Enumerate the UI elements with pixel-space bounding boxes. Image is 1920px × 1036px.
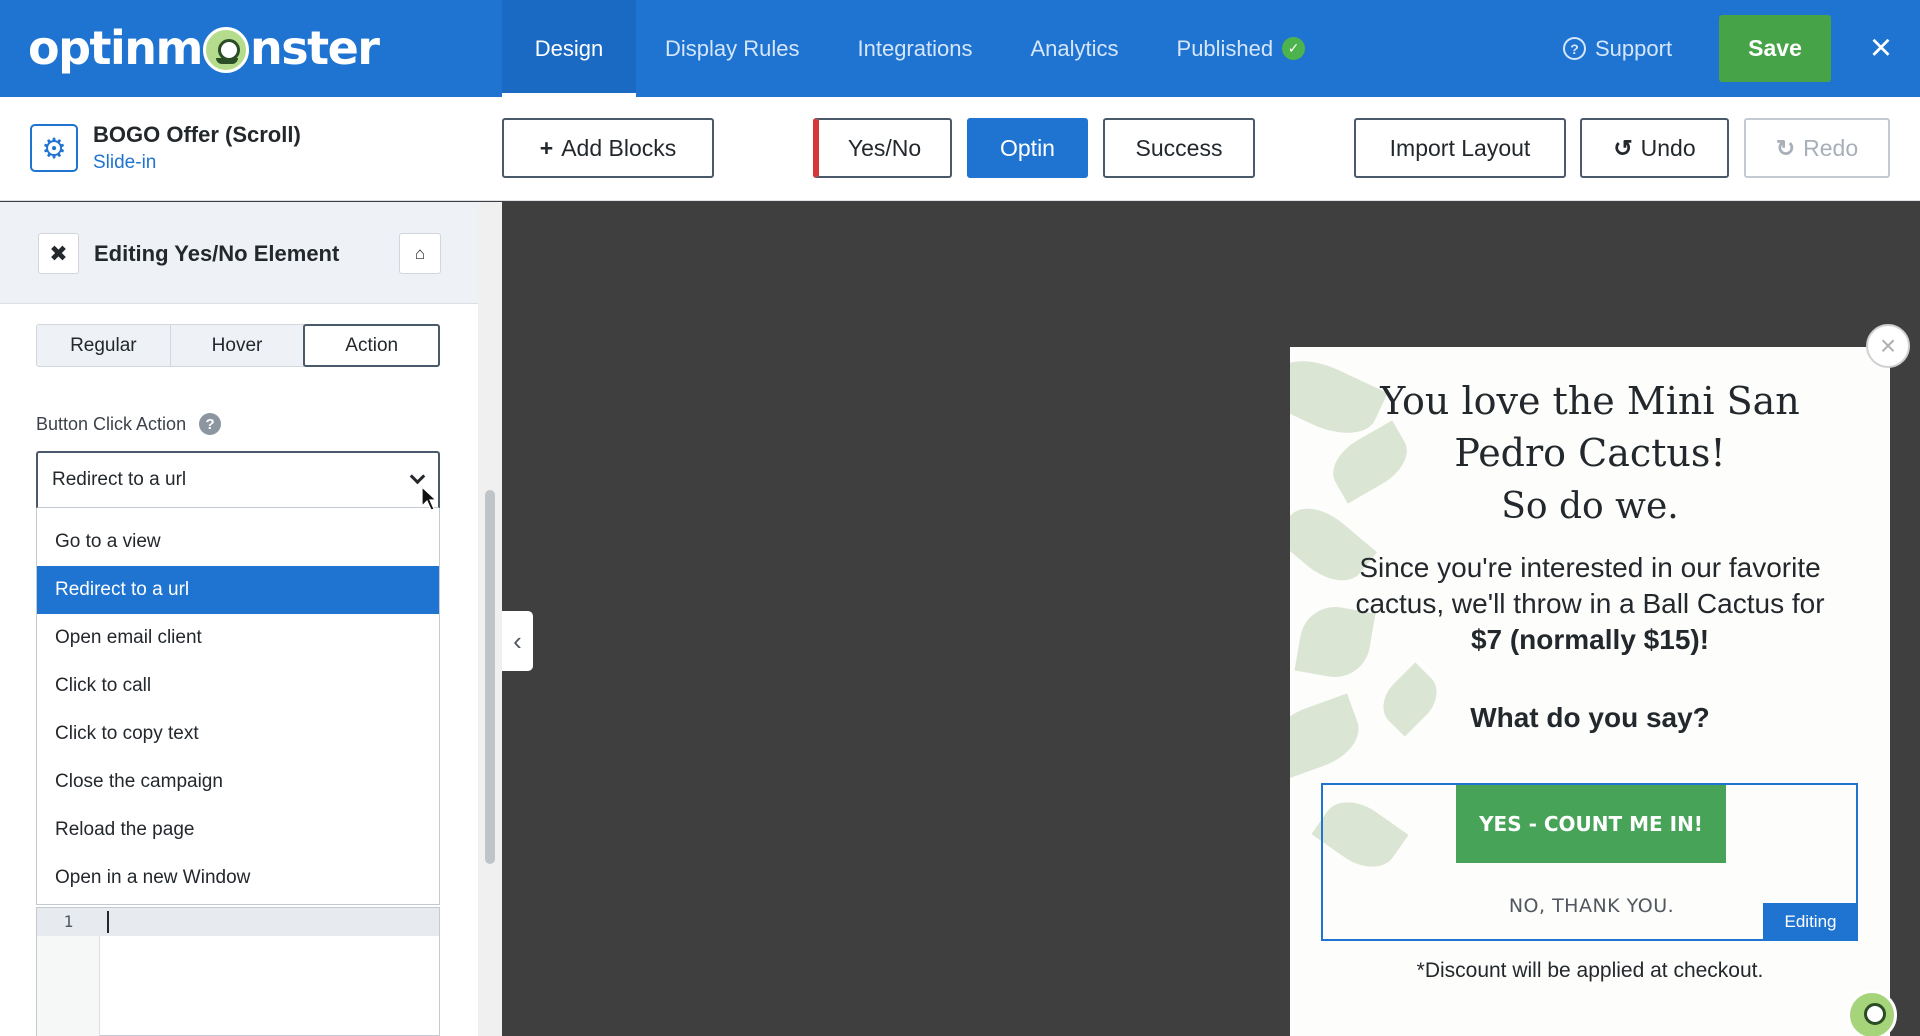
popup-question: What do you say?: [1470, 702, 1710, 733]
close-panel-icon[interactable]: ✖: [38, 233, 79, 274]
yes-no-element-selected[interactable]: YES - COUNT ME IN! NO, THANK YOU. Editin…: [1321, 783, 1858, 941]
redo-icon: ↻: [1775, 134, 1796, 161]
url-code-editor[interactable]: 1: [36, 907, 440, 1036]
home-icon[interactable]: ⌂: [399, 233, 441, 274]
button-click-action-label: Button Click Action ?: [36, 413, 222, 435]
optinmonster-logo[interactable]: optinm nster: [28, 20, 380, 76]
undo-button[interactable]: ↺ Undo: [1580, 118, 1729, 178]
popup-body-text: Since you're interested in our favorite …: [1320, 550, 1860, 658]
yes-count-me-in-button[interactable]: YES - COUNT ME IN!: [1456, 785, 1726, 863]
save-button[interactable]: Save: [1719, 15, 1831, 82]
popup-price-text: $7 (normally $15)!: [1470, 624, 1710, 655]
nav-published[interactable]: Published ✓: [1148, 0, 1335, 97]
editing-badge: Editing: [1763, 903, 1858, 941]
check-circle-icon: ✓: [1282, 37, 1306, 60]
undo-label: Undo: [1640, 134, 1696, 161]
add-blocks-button[interactable]: + Add Blocks: [502, 118, 714, 178]
campaign-type: Slide-in: [93, 152, 157, 173]
import-layout-button[interactable]: Import Layout: [1354, 118, 1566, 178]
logo-text-end: nster: [249, 21, 380, 75]
panel-header: ✖ Editing Yes/No Element ⌂: [0, 202, 478, 304]
view-success-button[interactable]: Success: [1103, 118, 1255, 178]
text-caret: [107, 911, 109, 933]
add-blocks-label: Add Blocks: [561, 134, 677, 161]
monster-mascot-icon: [202, 27, 249, 73]
popup-headline: You love the Mini San Pedro Cactus!: [1380, 379, 1800, 475]
support-label: Support: [1595, 35, 1673, 61]
option-open-new-window[interactable]: Open in a new Window: [37, 854, 439, 902]
campaign-settings-gear-icon[interactable]: ⚙: [30, 124, 78, 172]
redo-label: Redo: [1803, 134, 1859, 161]
option-click-to-copy-text[interactable]: Click to copy text: [37, 710, 439, 758]
tab-regular[interactable]: Regular: [37, 325, 171, 366]
panel-title: Editing Yes/No Element: [94, 241, 340, 266]
state-tabs: Regular Hover Action: [36, 324, 441, 367]
popup-subheadline: So do we.: [1501, 486, 1679, 527]
help-icon[interactable]: ?: [199, 413, 222, 435]
tab-action[interactable]: Action: [303, 324, 441, 367]
monster-mascot-icon: [1847, 990, 1897, 1036]
campaign-name: BOGO Offer (Scroll): [93, 122, 301, 147]
close-icon[interactable]: ×: [1861, 26, 1901, 70]
select-value: Redirect to a url: [52, 469, 187, 490]
view-yes-no-button[interactable]: Yes/No: [813, 118, 952, 178]
tab-hover[interactable]: Hover: [171, 325, 305, 366]
option-open-email-client[interactable]: Open email client: [37, 614, 439, 662]
slide-in-popup-preview: You love the Mini San Pedro Cactus! So d…: [1290, 347, 1890, 1036]
redo-button[interactable]: ↻ Redo: [1744, 118, 1890, 178]
popup-footnote: *Discount will be applied at checkout.: [1416, 959, 1764, 982]
option-reload-page[interactable]: Reload the page: [37, 806, 439, 854]
popup-body-main: Since you're interested in our favorite …: [1355, 552, 1825, 619]
plus-icon: +: [539, 134, 554, 161]
option-click-to-call[interactable]: Click to call: [37, 662, 439, 710]
nav-published-label: Published: [1176, 35, 1274, 61]
builder-toolbar: ⚙ BOGO Offer (Scroll) Slide-in + Add Bloc…: [0, 97, 1920, 201]
nav-design-label: Design: [534, 35, 604, 61]
support-link[interactable]: ? Support: [1563, 0, 1672, 97]
element-settings-panel: ✖ Editing Yes/No Element ⌂ Regular Hover…: [0, 202, 478, 1036]
view-optin-button[interactable]: Optin: [967, 118, 1088, 178]
help-circle-icon: ?: [1563, 37, 1586, 60]
collapse-panel-chevron-left-icon[interactable]: ‹: [502, 611, 533, 671]
main-nav: Design Display Rules Integrations Analyt…: [502, 0, 1334, 97]
line-number: 1: [63, 912, 74, 931]
option-redirect-to-url[interactable]: Redirect to a url: [37, 566, 439, 614]
nav-analytics[interactable]: Analytics: [1001, 0, 1147, 97]
nav-display-rules[interactable]: Display Rules: [636, 0, 829, 97]
nav-integrations-label: Integrations: [857, 35, 973, 61]
undo-icon: ↺: [1613, 134, 1633, 161]
logo-text-start: optinm: [28, 21, 203, 75]
chevron-down-icon: [409, 468, 426, 485]
top-navigation-bar: optinm nster Design Display Rules Integra…: [0, 0, 1920, 97]
mouse-pointer-icon: [421, 486, 437, 511]
field-label-text: Button Click Action: [36, 413, 187, 434]
action-options-dropdown: Go to a view Redirect to a url Open emai…: [36, 508, 440, 905]
option-close-campaign[interactable]: Close the campaign: [37, 758, 439, 806]
scrollbar-thumb[interactable]: [485, 490, 495, 864]
option-go-to-view[interactable]: Go to a view: [37, 518, 439, 566]
nav-integrations[interactable]: Integrations: [829, 0, 1002, 97]
popup-close-icon[interactable]: ×: [1866, 324, 1910, 368]
nav-analytics-label: Analytics: [1030, 35, 1119, 61]
panel-scrollbar[interactable]: [478, 202, 502, 1036]
nav-design[interactable]: Design: [502, 0, 636, 97]
nav-display-rules-label: Display Rules: [665, 35, 800, 61]
button-click-action-select[interactable]: Redirect to a url: [36, 451, 440, 508]
